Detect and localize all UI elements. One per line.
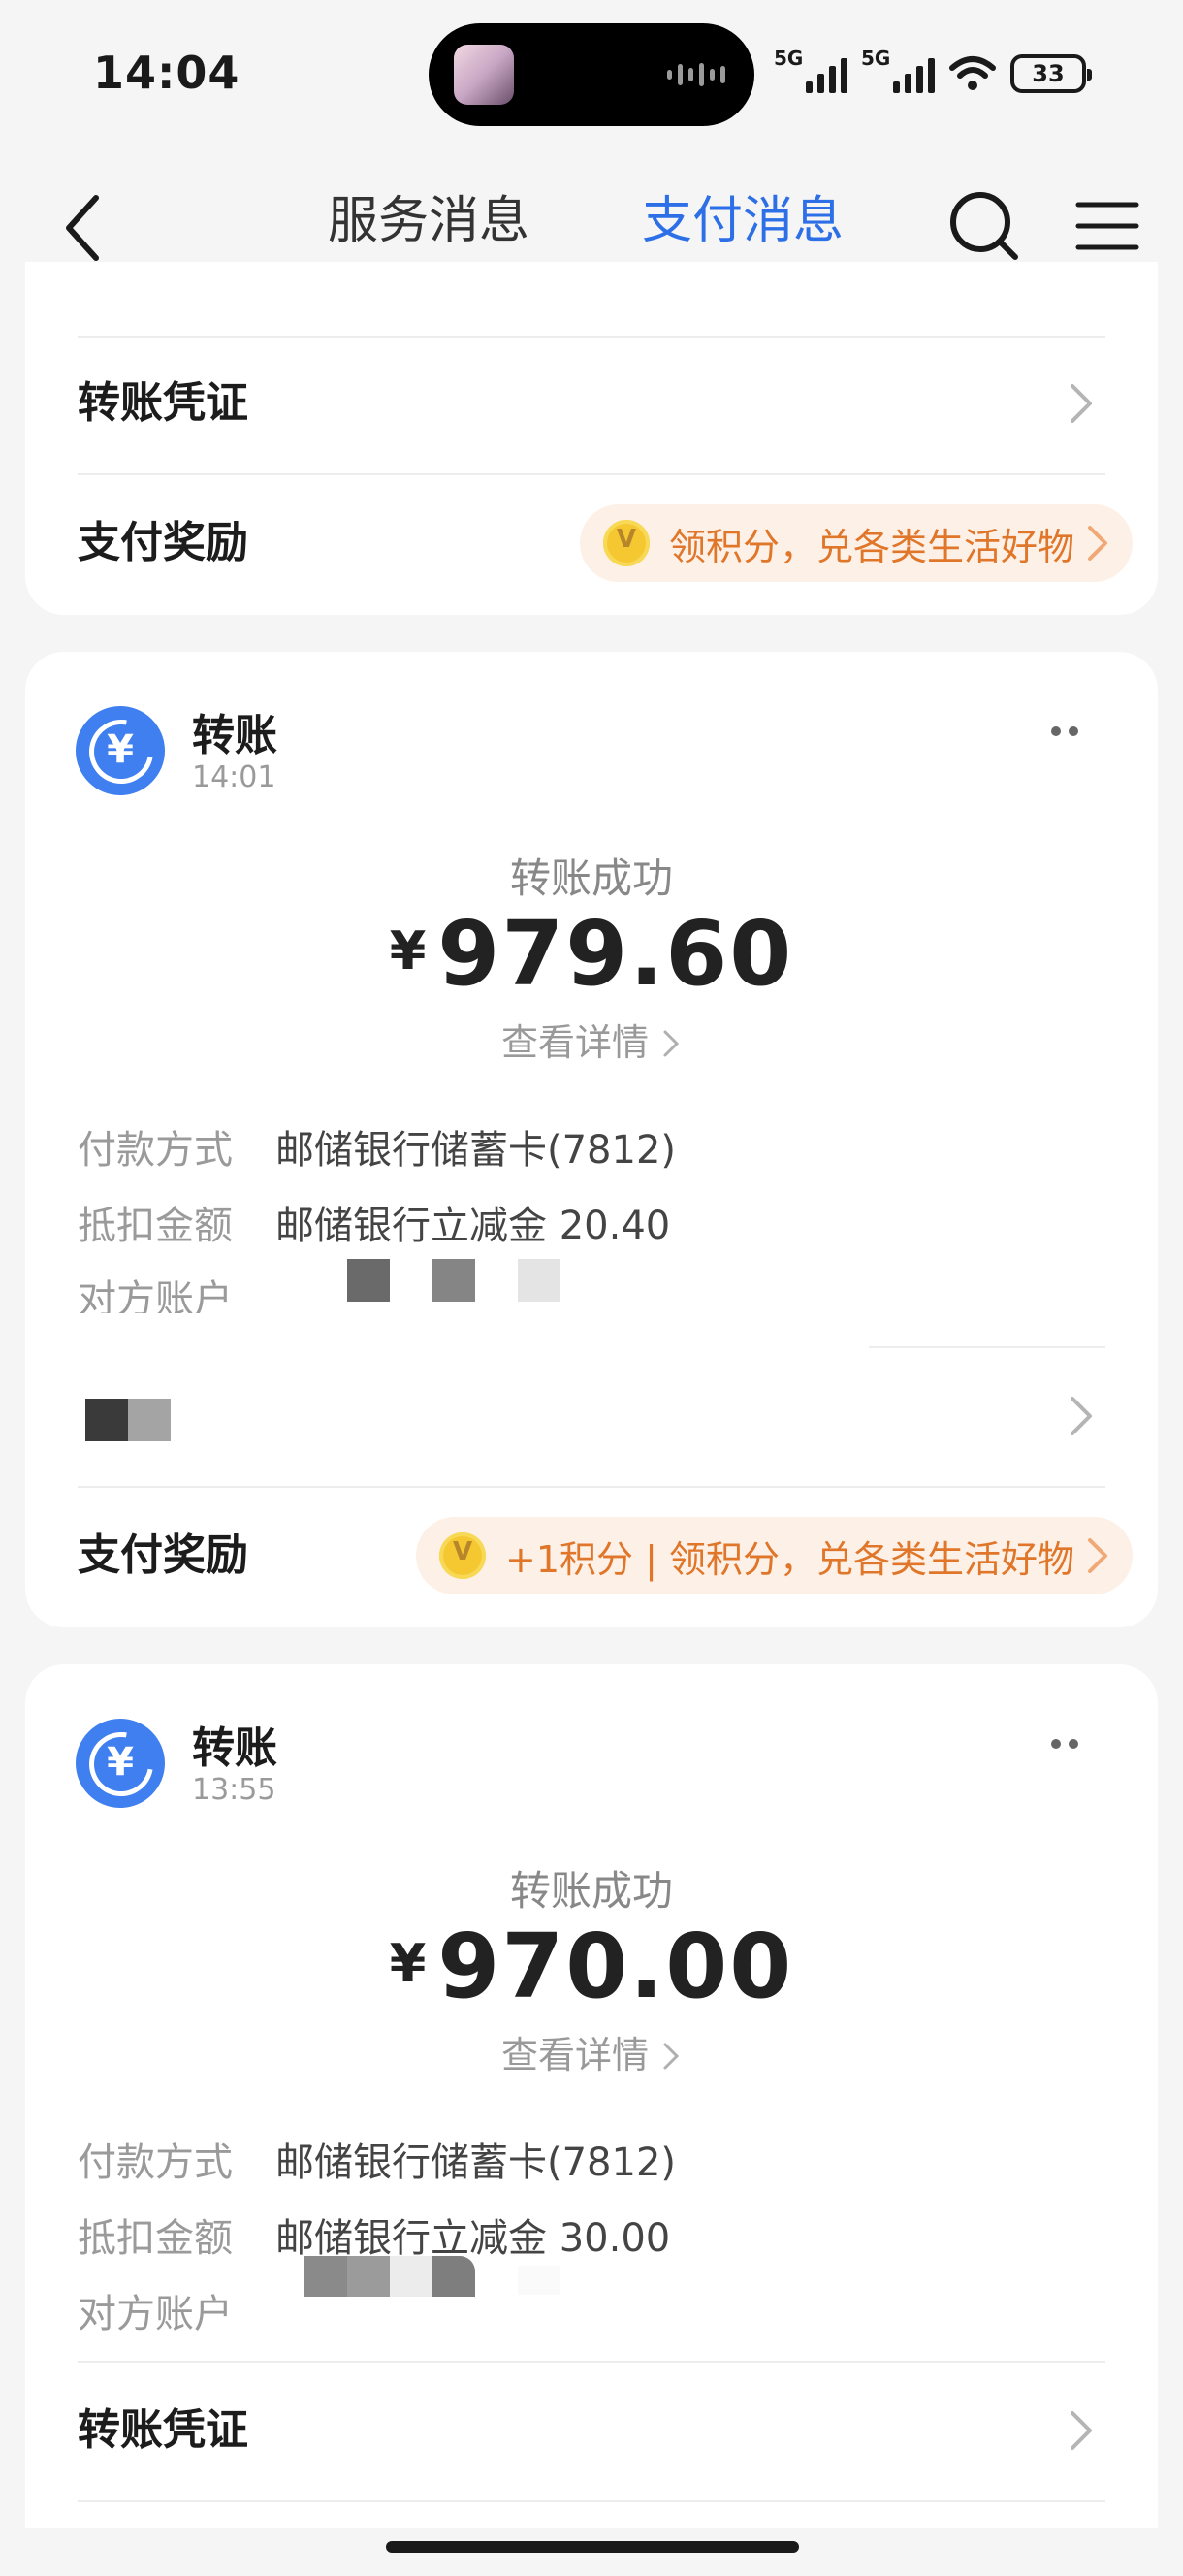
points-coin-icon — [602, 520, 650, 566]
yen-transfer-icon: ¥ — [76, 1719, 165, 1808]
payment-reward-row: 支付奖励 领积分，兑各类生活好物 — [25, 475, 1158, 611]
now-playing-artwork — [454, 45, 514, 105]
amount-value: 970.00 — [437, 1915, 794, 2018]
payment-method-value: 邮储银行储蓄卡(7812) — [275, 2141, 677, 2185]
redaction-block — [518, 1259, 560, 1302]
more-dots-icon[interactable] — [1051, 722, 1090, 741]
counterparty-account-row: 对方账户 — [78, 1271, 275, 1313]
cellular-signal-icon: 5G — [774, 47, 847, 93]
hamburger-menu-icon — [1075, 202, 1139, 250]
transfer-title: 转账 — [192, 711, 277, 760]
redaction-block — [347, 2256, 390, 2297]
divider — [78, 2500, 1105, 2502]
payment-method-value: 邮储银行储蓄卡(7812) — [275, 1128, 677, 1173]
transfer-voucher-row[interactable] — [25, 1348, 1158, 1484]
tab-payment-messages[interactable]: 支付消息 — [642, 182, 844, 260]
reward-points-pill[interactable]: 领积分，兑各类生活好物 — [579, 504, 1133, 582]
points-coin-icon — [439, 1532, 487, 1579]
cellular-signal-icon: 5G — [861, 47, 935, 93]
transfer-card: ¥ 转账 14:01 转账成功 ¥979.60 查看详情 付款方式 邮储银行储蓄卡… — [25, 652, 1158, 1627]
view-details-text: 查看详情 — [500, 2034, 649, 2077]
transfer-time: 14:01 — [192, 760, 276, 794]
battery-icon: 33 — [1010, 54, 1092, 93]
counterparty-account-key: 对方账户 — [78, 2292, 233, 2336]
transfer-voucher-label: 转账凭证 — [78, 2405, 248, 2455]
reward-points-pill[interactable]: +1积分 | 领积分，兑各类生活好物 — [416, 1517, 1133, 1594]
chevron-right-icon — [1088, 526, 1107, 561]
redaction-block — [390, 2256, 432, 2297]
redaction-block — [128, 1399, 171, 1441]
deduction-row: 抵扣金额 邮储银行立减金 20.40 — [78, 1197, 670, 1255]
deduction-value: 邮储银行立减金 20.40 — [275, 1204, 671, 1248]
deduction-key: 抵扣金额 — [78, 2216, 233, 2261]
currency-symbol: ¥ — [389, 1933, 427, 1994]
redaction-block — [432, 2256, 475, 2297]
chevron-right-icon — [1071, 384, 1092, 423]
chevron-right-icon — [1071, 2411, 1092, 2450]
status-time: 14:04 — [93, 47, 240, 99]
redaction-block — [518, 2266, 560, 2295]
tab-service-messages[interactable]: 服务消息 — [328, 182, 529, 260]
transfer-title: 转账 — [192, 1723, 277, 1773]
payment-reward-label: 支付奖励 — [78, 1530, 248, 1580]
payment-reward-row: 支付奖励 +1积分 | 领积分，兑各类生活好物 — [25, 1488, 1158, 1624]
search-icon — [950, 192, 1018, 260]
chevron-right-icon — [1071, 1397, 1092, 1435]
more-dots-icon[interactable] — [1051, 1734, 1090, 1754]
transfer-voucher-row[interactable]: 转账凭证 — [25, 336, 1158, 471]
counterparty-account-row: 对方账户 — [78, 2285, 275, 2343]
transfer-voucher-row[interactable]: 转账凭证 — [25, 2363, 1158, 2498]
battery-level: 33 — [1032, 60, 1065, 87]
deduction-value: 邮储银行立减金 30.00 — [275, 2216, 671, 2261]
search-button[interactable] — [941, 182, 1028, 270]
transfer-amount: ¥970.00 — [25, 1915, 1158, 2018]
dynamic-island[interactable] — [429, 23, 754, 126]
transfer-voucher-label: 转账凭证 — [78, 378, 248, 428]
redaction-block — [85, 1399, 128, 1441]
previous-transfer-card: 转账凭证 支付奖励 领积分，兑各类生活好物 — [25, 262, 1158, 615]
transfer-amount: ¥979.60 — [25, 902, 1158, 1006]
payment-reward-label: 支付奖励 — [78, 518, 248, 567]
audio-wave-icon — [667, 62, 725, 87]
wifi-icon — [949, 56, 996, 90]
counterparty-account-key: 对方账户 — [78, 1277, 233, 1313]
transfer-card: ¥ 转账 13:55 转账成功 ¥970.00 查看详情 付款方式 邮储银行储蓄卡… — [25, 1664, 1158, 2528]
transfer-status: 转账成功 — [509, 1867, 673, 1915]
view-details-text: 查看详情 — [500, 1021, 649, 1064]
view-details-link[interactable]: 查看详情 — [25, 1013, 1158, 1066]
status-bar: 14:04 5G 5G 33 — [0, 0, 1183, 155]
view-details-link[interactable]: 查看详情 — [25, 2025, 1158, 2078]
reward-pill-text: +1积分 | 领积分，兑各类生活好物 — [505, 1537, 1074, 1581]
deduction-key: 抵扣金额 — [78, 1204, 233, 1248]
transfer-time: 13:55 — [192, 1773, 276, 1807]
transfer-status: 转账成功 — [509, 854, 673, 902]
reward-pill-text: 领积分，兑各类生活好物 — [668, 525, 1074, 568]
redaction-block — [347, 1259, 390, 1302]
amount-value: 979.60 — [437, 902, 794, 1006]
currency-symbol: ¥ — [389, 920, 427, 982]
home-indicator[interactable] — [386, 2541, 799, 2553]
chevron-left-icon — [66, 195, 99, 261]
payment-method-row: 付款方式 邮储银行储蓄卡(7812) — [78, 1121, 676, 1179]
payment-method-key: 付款方式 — [78, 1128, 233, 1173]
network-type-label: 5G — [774, 47, 804, 70]
payment-method-row: 付款方式 邮储银行储蓄卡(7812) — [78, 2134, 676, 2192]
network-type-label: 5G — [861, 47, 891, 70]
redaction-block — [304, 2256, 347, 2297]
status-indicators: 5G 5G 33 — [774, 47, 1092, 93]
chevron-right-icon — [663, 2043, 680, 2070]
menu-button[interactable] — [1071, 182, 1144, 270]
redaction-block — [432, 1259, 475, 1302]
yen-transfer-icon: ¥ — [76, 706, 165, 795]
payment-method-key: 付款方式 — [78, 2141, 233, 2185]
chevron-right-icon — [1088, 1538, 1107, 1573]
back-button[interactable] — [48, 184, 116, 272]
chevron-right-icon — [663, 1030, 680, 1057]
